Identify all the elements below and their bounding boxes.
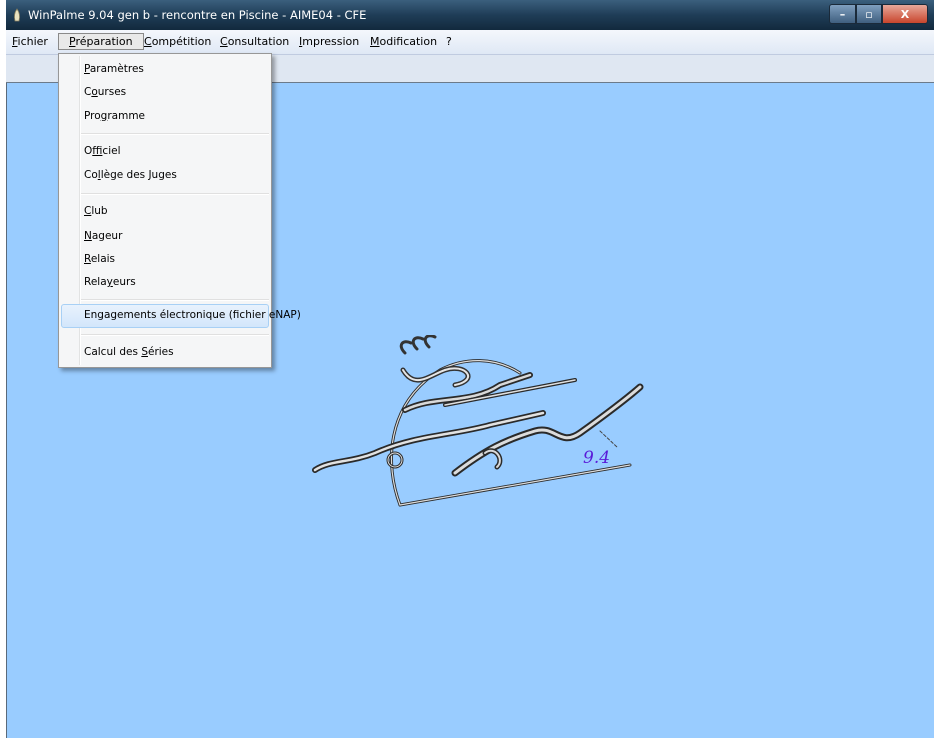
menu-item-relayeurs[interactable]: Relayeurs xyxy=(84,276,136,288)
menu-separator xyxy=(81,299,269,301)
menu-item-relais[interactable]: Relais xyxy=(84,253,115,265)
menu-item-calcul-des-series[interactable]: Calcul des Séries xyxy=(84,346,174,358)
menu-fichier[interactable]: Fichier xyxy=(12,35,48,48)
menu-impression[interactable]: Impression xyxy=(299,35,359,48)
maximize-button[interactable]: ▫ xyxy=(856,4,882,24)
menu-item-nageur[interactable]: Nageur xyxy=(84,230,122,242)
menu-separator xyxy=(81,193,269,195)
menu-preparation[interactable]: Préparation xyxy=(58,33,144,50)
menu-item-engagements-electronique[interactable]: Engagements électronique (fichier eNAP) xyxy=(84,309,301,321)
menu-competition[interactable]: Compétition xyxy=(144,35,211,48)
title-bar: WinPalme 9.04 gen b - rencontre en Pisci… xyxy=(6,0,934,30)
menu-item-college-des-juges[interactable]: Collège des Juges xyxy=(84,169,177,181)
winpalme-logo: 9.4 xyxy=(312,335,644,507)
menu-consultation[interactable]: Consultation xyxy=(220,35,289,48)
menu-item-club[interactable]: Club xyxy=(84,205,108,217)
app-icon xyxy=(14,8,20,22)
window-title: WinPalme 9.04 gen b - rencontre en Pisci… xyxy=(28,8,367,22)
menu-item-programme[interactable]: Programme xyxy=(84,110,145,122)
menu-help[interactable]: ? xyxy=(446,35,452,48)
minimize-button[interactable]: – xyxy=(829,4,856,24)
menu-bar: Fichier Préparation Compétition Consulta… xyxy=(6,30,934,55)
menu-separator xyxy=(81,133,269,135)
menu-item-officiel[interactable]: Officiel xyxy=(84,145,121,157)
preparation-dropdown-menu: Paramètres Courses Programme Officiel Co… xyxy=(58,53,301,368)
menu-item-courses[interactable]: Courses xyxy=(84,86,126,98)
window-controls: – ▫ X xyxy=(829,4,928,24)
menu-item-parametres[interactable]: Paramètres xyxy=(84,63,144,75)
menu-modification[interactable]: Modification xyxy=(370,35,437,48)
close-button[interactable]: X xyxy=(882,4,928,24)
menu-separator xyxy=(81,334,269,336)
logo-version: 9.4 xyxy=(583,448,610,468)
